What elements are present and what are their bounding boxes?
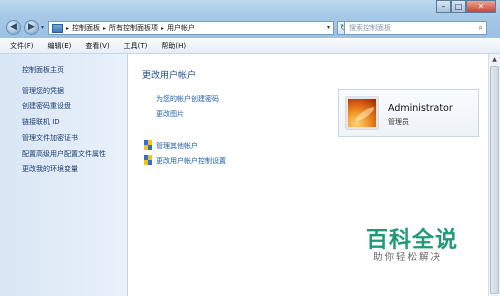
manage-other-accounts-link[interactable]: 管理其他帐户 — [156, 141, 198, 151]
breadcrumb-all-items[interactable]: 所有控制面板项 — [109, 23, 158, 33]
scroll-thumb[interactable] — [490, 66, 499, 294]
menu-help[interactable]: 帮助(H) — [161, 41, 186, 51]
sidebar-item-advanced-profile[interactable]: 配置高级用户配置文件属性 — [22, 149, 106, 159]
vertical-scrollbar[interactable]: ▲ — [488, 54, 500, 296]
sidebar-item-manage-credentials[interactable]: 管理您的凭据 — [22, 86, 64, 96]
chevron-right-icon: ▸ — [161, 24, 165, 32]
menu-edit[interactable]: 编辑(E) — [48, 41, 72, 51]
menu-tools[interactable]: 工具(T) — [124, 41, 148, 51]
uac-shield-icon — [144, 155, 153, 165]
menu-view[interactable]: 查看(V) — [85, 41, 109, 51]
menu-file[interactable]: 文件(F) — [10, 41, 34, 51]
uac-shield-icon — [144, 140, 153, 150]
page-title: 更改用户帐户 — [142, 71, 197, 81]
minimize-button[interactable]: – — [436, 0, 451, 13]
back-button[interactable]: ◀ — [6, 20, 21, 35]
user-name: Administrator — [388, 103, 453, 114]
sidebar-item-environment-variables[interactable]: 更改我的环境变量 — [22, 164, 78, 174]
close-button[interactable]: ✕ — [466, 0, 496, 13]
avatar[interactable] — [346, 97, 378, 129]
user-role: 管理员 — [388, 118, 409, 126]
window-titlebar: – □ ✕ ◀ ▶ ▾ ▸ 控制面板 ▸ 所有控制面板项 ▸ 用户帐户 ▾ ↻ … — [0, 0, 500, 38]
chevron-right-icon: ▸ — [66, 24, 70, 32]
search-input[interactable]: 搜索控制面板 ⌕ — [344, 21, 487, 35]
watermark-subtitle: 助你轻松解决 — [373, 252, 443, 263]
main-panel: 更改用户帐户 为您的帐户创建密码 更改图片 管理其他帐户 更改用户帐户控制设置 … — [128, 54, 488, 296]
sidebar-item-password-reset-disk[interactable]: 创建密码重设盘 — [22, 101, 71, 111]
user-account-card: Administrator 管理员 — [338, 89, 479, 137]
search-placeholder: 搜索控制面板 — [349, 24, 391, 32]
sidebar: 控制面板主页 管理您的凭据 创建密码重设盘 链接联机 ID 管理文件加密证书 配… — [0, 54, 128, 296]
change-picture-link[interactable]: 更改图片 — [156, 109, 184, 119]
sidebar-item-link-online-id[interactable]: 链接联机 ID — [22, 117, 60, 127]
chevron-right-icon: ▸ — [103, 24, 107, 32]
recent-pages-dropdown-icon[interactable]: ▾ — [41, 24, 44, 31]
address-dropdown-icon[interactable]: ▾ — [327, 24, 330, 31]
uac-settings-link[interactable]: 更改用户帐户控制设置 — [156, 156, 226, 166]
maximize-button[interactable]: □ — [451, 0, 466, 13]
sidebar-item-file-encryption-certs[interactable]: 管理文件加密证书 — [22, 133, 78, 143]
forward-button[interactable]: ▶ — [24, 20, 39, 35]
create-password-link[interactable]: 为您的帐户创建密码 — [156, 94, 219, 104]
scroll-up-icon[interactable]: ▲ — [490, 55, 499, 64]
control-panel-icon — [52, 23, 63, 33]
search-icon[interactable]: ⌕ — [479, 23, 483, 33]
breadcrumb-user-accounts[interactable]: 用户帐户 — [167, 23, 195, 33]
address-bar[interactable]: ▸ 控制面板 ▸ 所有控制面板项 ▸ 用户帐户 ▾ — [48, 21, 334, 35]
breadcrumb-control-panel[interactable]: 控制面板 — [72, 23, 100, 33]
sidebar-item-control-panel-home[interactable]: 控制面板主页 — [22, 65, 64, 75]
menu-bar: 文件(F) 编辑(E) 查看(V) 工具(T) 帮助(H) — [0, 39, 500, 54]
